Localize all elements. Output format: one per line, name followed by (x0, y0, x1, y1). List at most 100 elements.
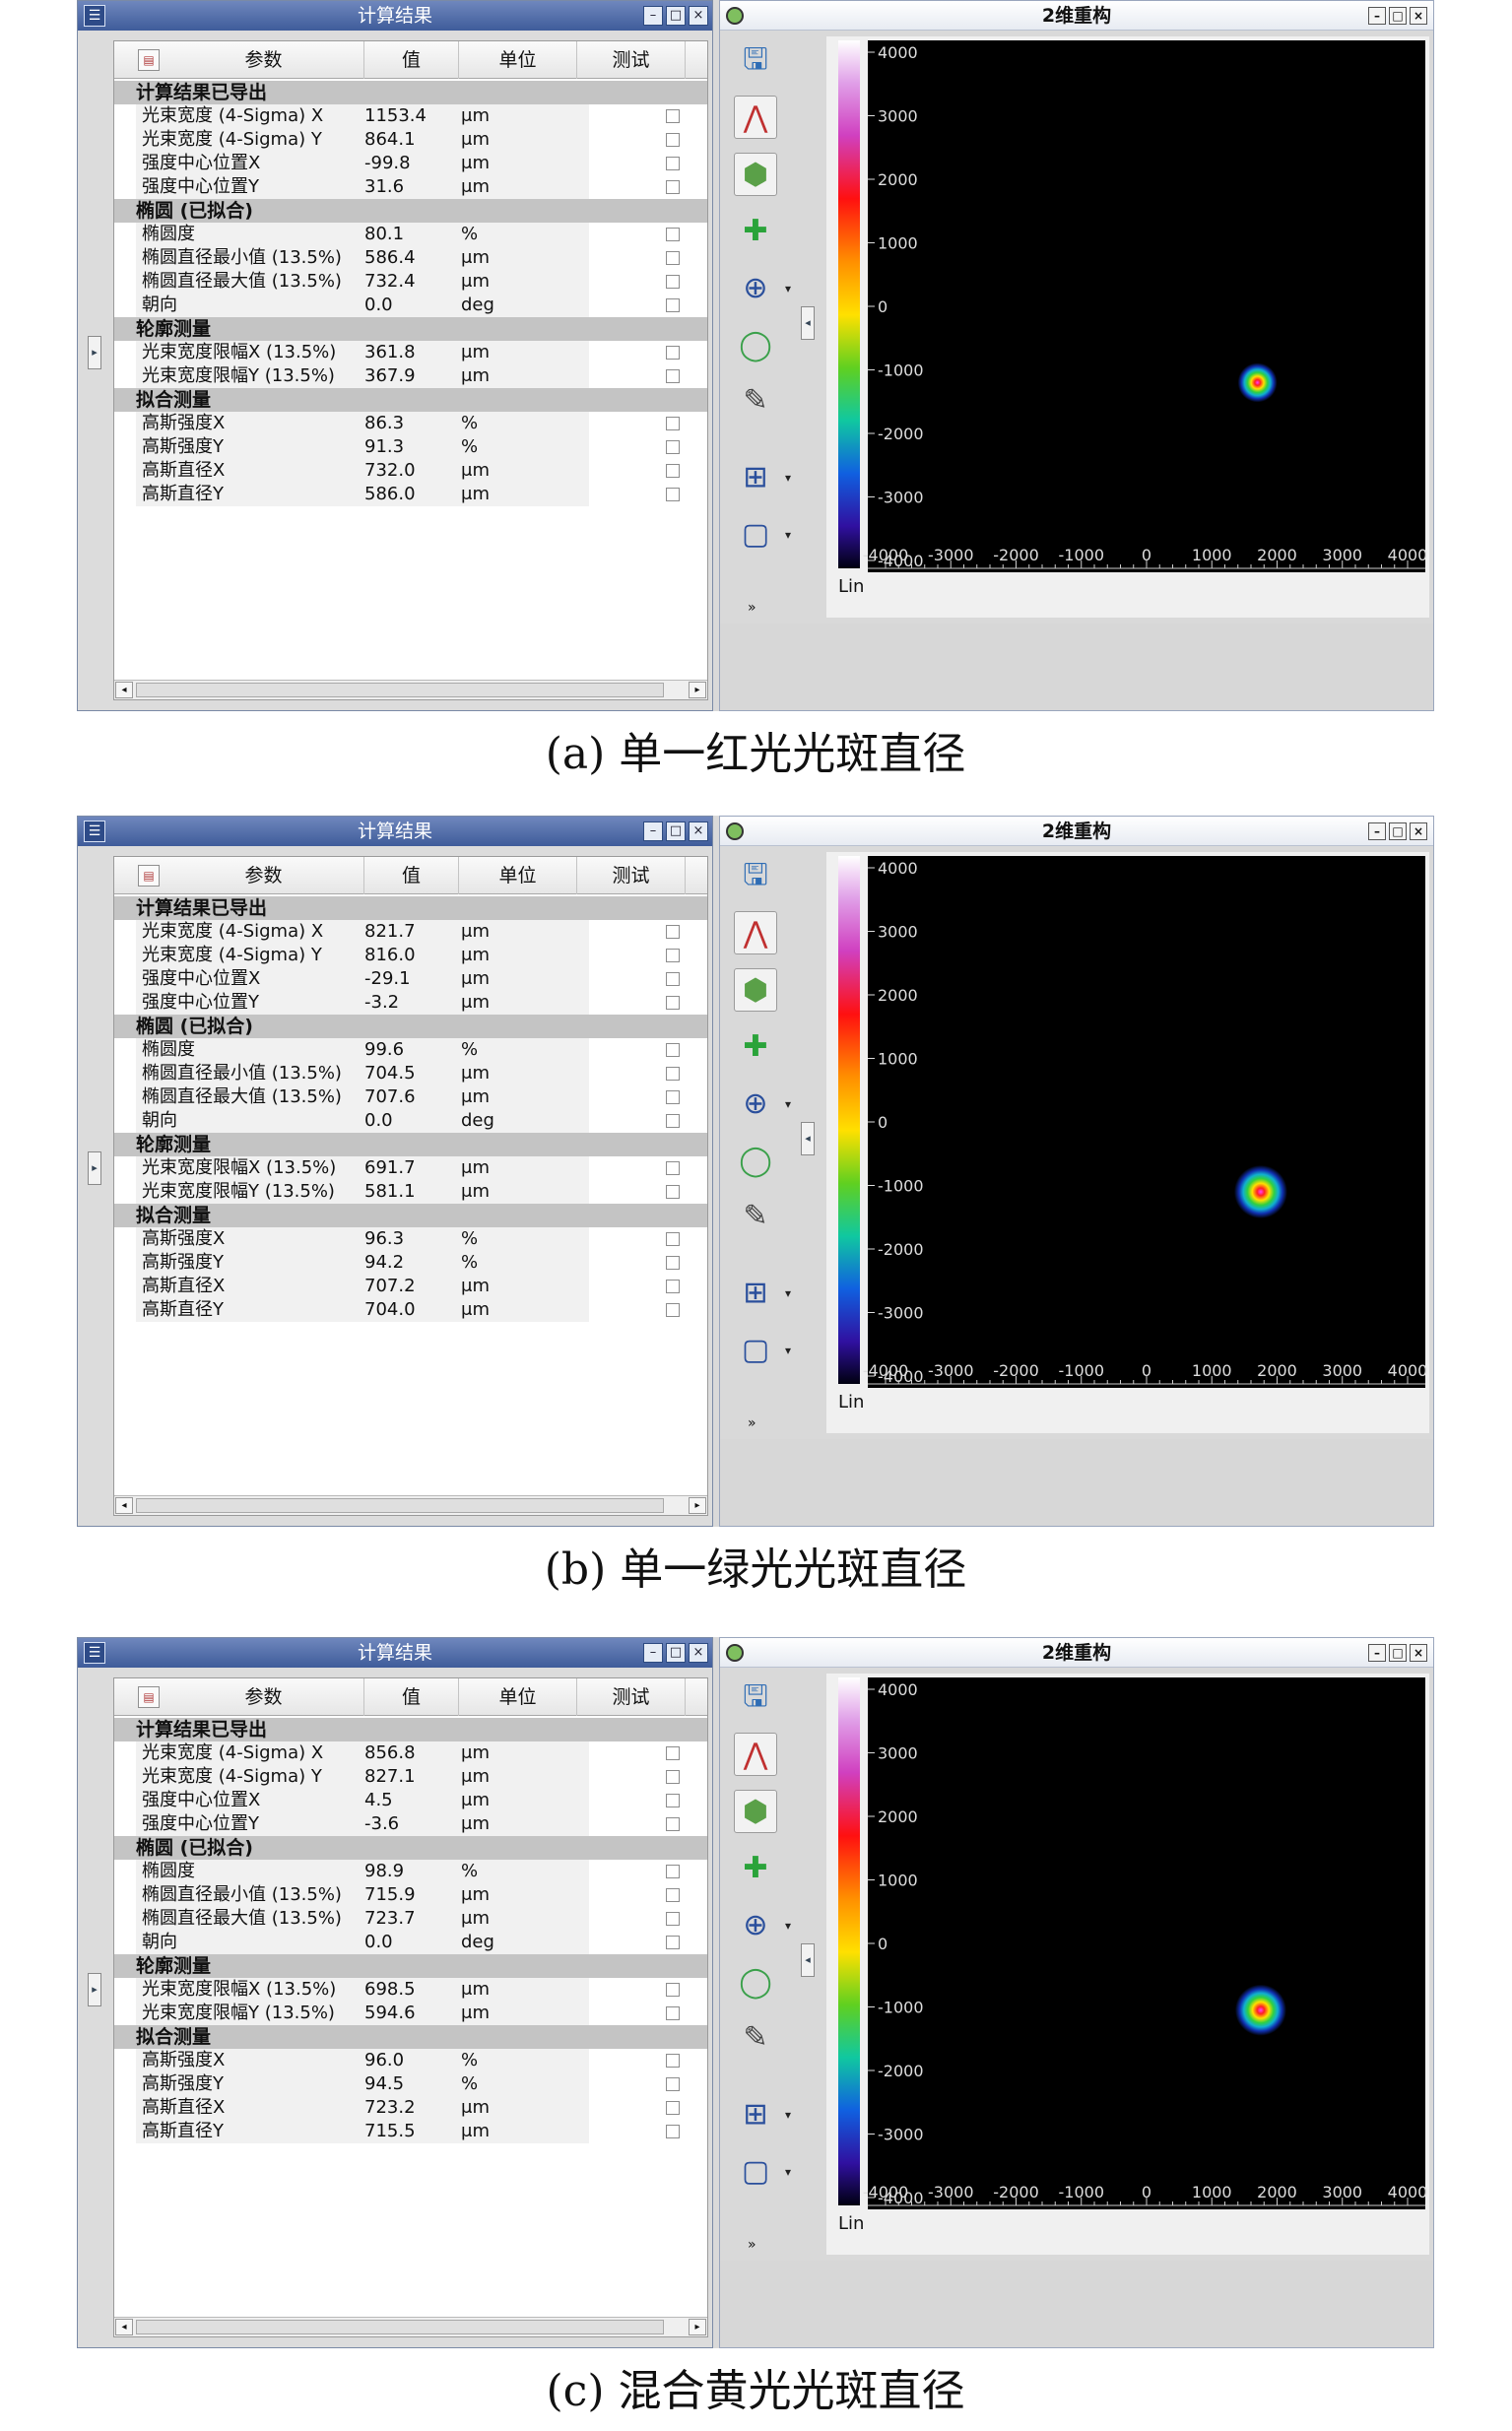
test-checkbox[interactable] (666, 1912, 680, 1926)
close-icon[interactable]: × (1410, 7, 1427, 25)
minimize-icon[interactable]: – (643, 1643, 663, 1663)
test-checkbox[interactable] (666, 157, 680, 170)
minimize-icon[interactable]: – (643, 6, 663, 26)
table-row[interactable]: 高斯直径X 732.0 μm (114, 459, 707, 483)
3d-view-icon[interactable]: ⬢ (734, 153, 777, 196)
table-row[interactable]: 光束宽度限幅X (13.5%) 361.8 μm (114, 341, 707, 364)
test-checkbox[interactable] (666, 1161, 680, 1175)
scroll-right-icon[interactable]: ▸ (689, 682, 706, 698)
table-row[interactable]: 椭圆直径最小值 (13.5%) 704.5 μm (114, 1062, 707, 1085)
test-checkbox[interactable] (666, 1090, 680, 1104)
table-row[interactable]: 高斯直径Y 704.0 μm (114, 1298, 707, 1322)
table-row[interactable]: 强度中心位置X -99.8 μm (114, 152, 707, 175)
section-header[interactable]: 椭圆 (已拟合) (114, 199, 707, 223)
table-row[interactable]: 光束宽度限幅Y (13.5%) 581.1 μm (114, 1180, 707, 1204)
horizontal-scrollbar[interactable]: ◂ ▸ (114, 2317, 707, 2336)
annotate-icon[interactable]: ✎ (734, 379, 777, 423)
table-row[interactable]: 椭圆直径最大值 (13.5%) 707.6 μm (114, 1085, 707, 1109)
table-row[interactable]: 高斯直径X 707.2 μm (114, 1275, 707, 1298)
test-checkbox[interactable] (666, 1067, 680, 1081)
save-image-icon[interactable]: 🖫 (734, 1675, 777, 1719)
scroll-thumb[interactable] (136, 1498, 664, 1513)
test-checkbox[interactable] (666, 1983, 680, 1997)
grid-icon[interactable]: ⊞ ▾ (734, 456, 791, 499)
table-row[interactable]: 高斯强度X 96.3% (114, 1227, 707, 1251)
test-checkbox[interactable] (666, 275, 680, 289)
test-checkbox[interactable] (666, 1936, 680, 1949)
calc-results-titlebar[interactable]: ☰ 计算结果 – □ × (78, 817, 712, 846)
close-icon[interactable]: × (1410, 1644, 1427, 1662)
chevron-down-icon[interactable]: ▾ (785, 267, 791, 310)
test-checkbox[interactable] (666, 1817, 680, 1831)
expand-arrow-icon[interactable]: ▸ (88, 1973, 101, 2006)
profile-icon[interactable]: ⋀ (734, 1733, 777, 1776)
reconstruction-titlebar[interactable]: 2维重构 – □ × (720, 1, 1433, 31)
test-checkbox[interactable] (666, 996, 680, 1010)
maximize-icon[interactable]: □ (666, 6, 686, 26)
table-row[interactable]: 朝向 0.0 deg (114, 1931, 707, 1954)
section-header[interactable]: 椭圆 (已拟合) (114, 1836, 707, 1860)
test-checkbox[interactable] (666, 417, 680, 430)
calc-results-titlebar[interactable]: ☰ 计算结果 – □ × (78, 1638, 712, 1668)
table-row[interactable]: 光束宽度限幅Y (13.5%) 367.9 μm (114, 364, 707, 388)
header-test[interactable]: 测试 (577, 41, 686, 79)
table-row[interactable]: 强度中心位置Y 31.6 μm (114, 175, 707, 199)
rectangle-icon[interactable]: ▢ ▾ (734, 513, 791, 557)
test-checkbox[interactable] (666, 488, 680, 501)
table-row[interactable]: 强度中心位置X -29.1 μm (114, 967, 707, 991)
table-row[interactable]: 光束宽度 (4-Sigma) X 856.8 μm (114, 1741, 707, 1765)
test-checkbox[interactable] (666, 949, 680, 962)
table-row[interactable]: 强度中心位置X 4.5 μm (114, 1789, 707, 1812)
scale-label[interactable]: Lin (838, 1392, 864, 1413)
scroll-left-icon[interactable]: ◂ (115, 2319, 133, 2335)
add-icon[interactable]: ✚ (734, 1025, 777, 1069)
header-param[interactable]: 参数 (164, 857, 364, 894)
calc-results-titlebar[interactable]: ☰ 计算结果 – □ × (78, 1, 712, 31)
export-icon[interactable]: ▤ (138, 49, 160, 71)
test-checkbox[interactable] (666, 2054, 680, 2068)
grid-icon[interactable]: ⊞ ▾ (734, 1272, 791, 1315)
section-header[interactable]: 椭圆 (已拟合) (114, 1015, 707, 1038)
test-checkbox[interactable] (666, 1865, 680, 1878)
ellipse-icon[interactable]: ◯ (734, 324, 777, 367)
image-area[interactable] (868, 856, 1425, 1388)
section-header[interactable]: 拟合测量 (114, 2025, 707, 2049)
test-checkbox[interactable] (666, 1185, 680, 1199)
test-checkbox[interactable] (666, 1770, 680, 1784)
header-value[interactable]: 值 (364, 857, 459, 894)
export-icon[interactable]: ▤ (138, 1686, 160, 1708)
test-checkbox[interactable] (666, 1746, 680, 1760)
add-icon[interactable]: ✚ (734, 210, 777, 253)
maximize-icon[interactable]: □ (1389, 7, 1407, 25)
test-checkbox[interactable] (666, 440, 680, 454)
chevron-down-icon[interactable]: ▾ (785, 456, 791, 499)
test-checkbox[interactable] (666, 2006, 680, 2020)
export-icon[interactable]: ▤ (138, 865, 160, 887)
save-image-icon[interactable]: 🖫 (734, 38, 777, 82)
header-unit[interactable]: 单位 (459, 857, 577, 894)
test-checkbox[interactable] (666, 109, 680, 123)
chevron-down-icon[interactable]: ▾ (785, 2150, 791, 2194)
test-checkbox[interactable] (666, 298, 680, 312)
test-checkbox[interactable] (666, 369, 680, 383)
window-menu-icon[interactable]: ☰ (84, 5, 105, 27)
table-row[interactable]: 椭圆度 98.9% (114, 1860, 707, 1883)
chevron-down-icon[interactable]: ▾ (785, 513, 791, 557)
more-tools-icon[interactable]: » (748, 2237, 756, 2253)
test-checkbox[interactable] (666, 2125, 680, 2138)
annotate-icon[interactable]: ✎ (734, 1195, 777, 1238)
scale-label[interactable]: Lin (838, 576, 864, 597)
test-checkbox[interactable] (666, 346, 680, 360)
window-menu-icon[interactable]: ☰ (84, 1642, 105, 1664)
window-menu-icon[interactable]: ☰ (84, 821, 105, 842)
ellipse-icon[interactable]: ◯ (734, 1140, 777, 1183)
table-row[interactable]: 光束宽度 (4-Sigma) Y 864.1 μm (114, 128, 707, 152)
expand-arrow-icon[interactable]: ▸ (88, 336, 101, 369)
3d-view-icon[interactable]: ⬢ (734, 968, 777, 1012)
add-icon[interactable]: ✚ (734, 1847, 777, 1890)
table-row[interactable]: 朝向 0.0 deg (114, 1109, 707, 1133)
scale-label[interactable]: Lin (838, 2213, 864, 2234)
profile-icon[interactable]: ⋀ (734, 911, 777, 954)
table-row[interactable]: 高斯直径X 723.2 μm (114, 2096, 707, 2120)
expand-arrow-icon[interactable]: ▸ (88, 1151, 101, 1185)
